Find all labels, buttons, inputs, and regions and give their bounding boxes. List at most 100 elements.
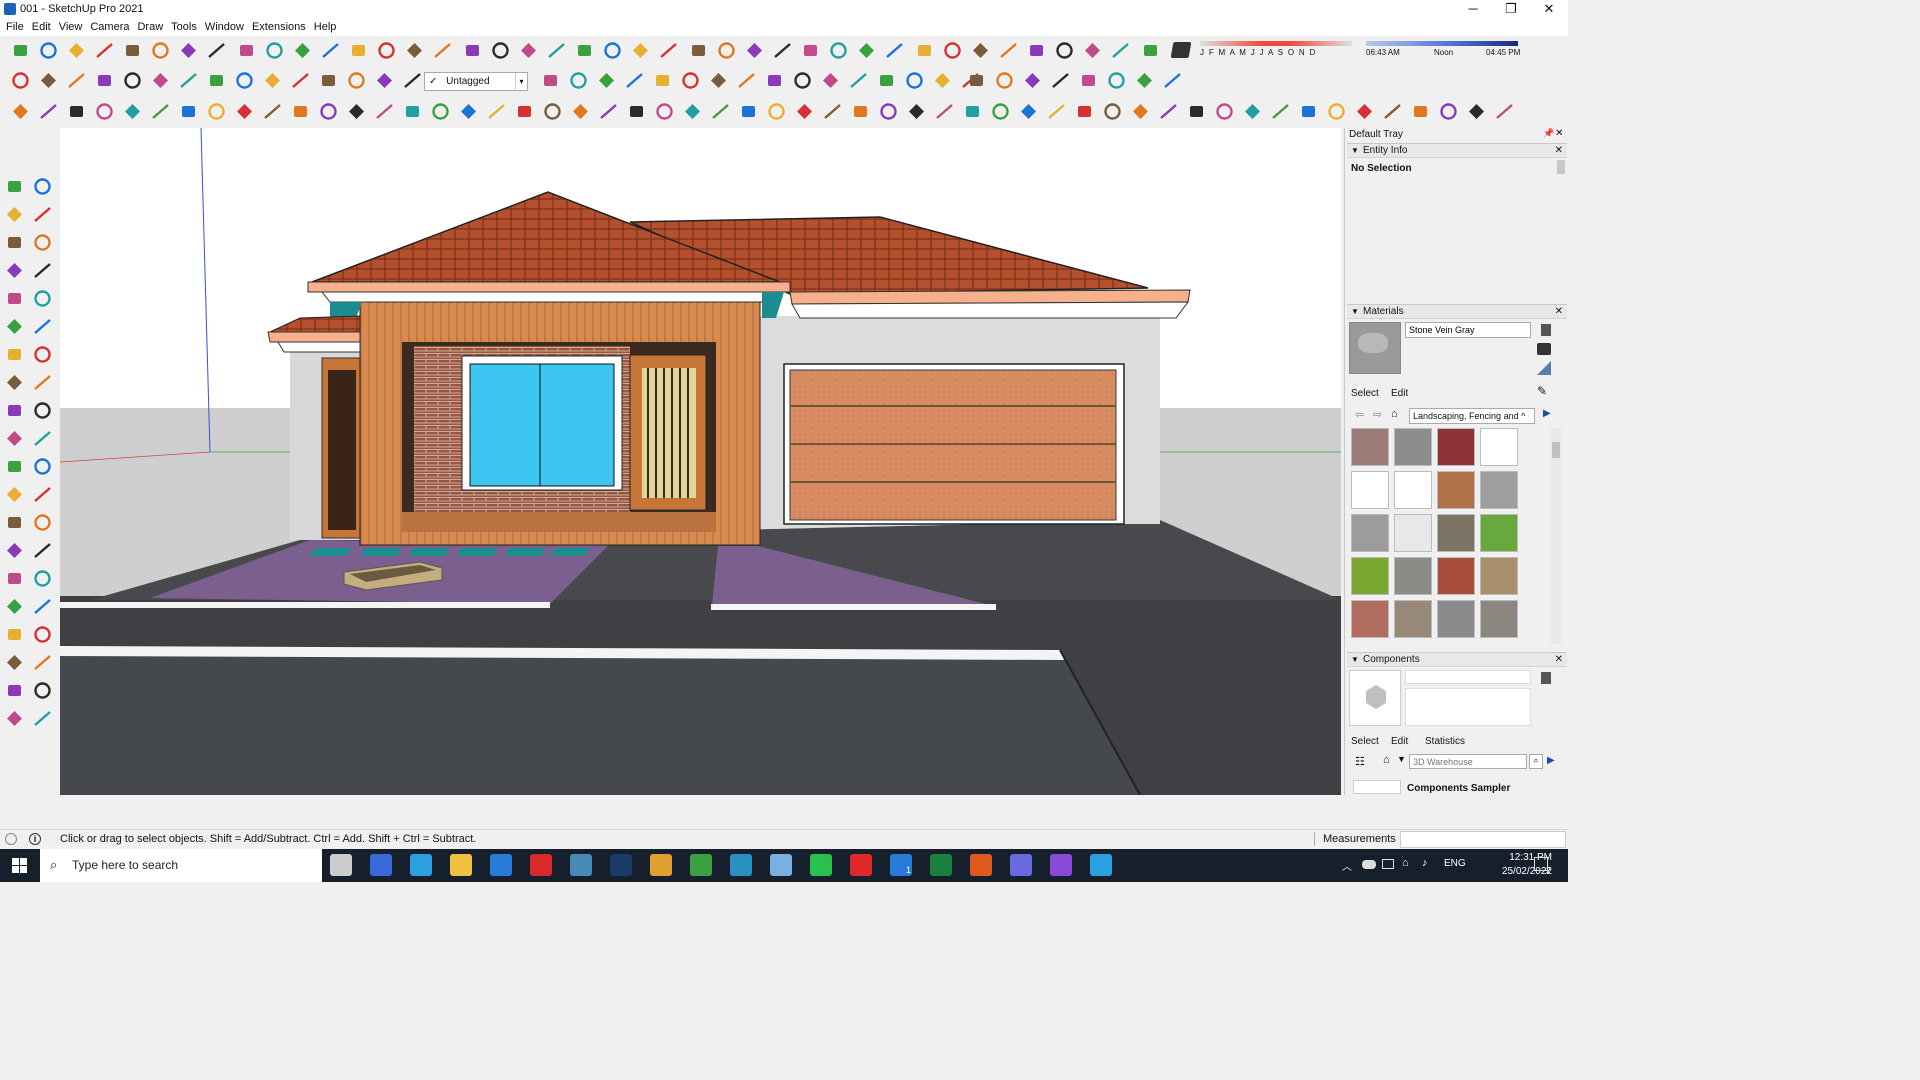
warehouse-icon-r3-33[interactable] xyxy=(934,101,955,122)
material-swatch[interactable] xyxy=(1351,600,1389,638)
forward-icon[interactable]: ⇨ xyxy=(1373,408,1382,421)
warehouse-icon-r1-28[interactable] xyxy=(800,40,821,61)
menu-help[interactable]: Help xyxy=(310,21,341,33)
component-description-field[interactable] xyxy=(1405,688,1531,726)
layer-icon-r1-33[interactable] xyxy=(942,40,963,61)
extension-icon-r1-9[interactable] xyxy=(264,40,285,61)
calculator-icon[interactable] xyxy=(370,854,392,876)
warehouse-icon-r3-53[interactable] xyxy=(1494,101,1515,122)
paint-icon[interactable] xyxy=(4,204,25,225)
scrollbar[interactable] xyxy=(1557,160,1565,174)
material-swatch[interactable] xyxy=(1437,471,1475,509)
telegram-icon[interactable] xyxy=(1090,854,1112,876)
material-swatch[interactable] xyxy=(1480,514,1518,552)
sampler-thumb[interactable] xyxy=(1353,780,1401,794)
material-swatch[interactable] xyxy=(1394,514,1432,552)
solid-icon-r3-51[interactable] xyxy=(1438,101,1459,122)
style-icon-r3-7[interactable] xyxy=(206,101,227,122)
freehand-icon[interactable] xyxy=(32,232,53,253)
battery-icon[interactable] xyxy=(1382,859,1394,869)
section-icon-r2-31[interactable] xyxy=(966,70,987,91)
tool-icon-r1-0[interactable] xyxy=(10,40,31,61)
extension-icon-r3-44[interactable] xyxy=(1242,101,1263,122)
solid-icon-r2-33[interactable] xyxy=(1022,70,1043,91)
zoom-window-icon[interactable] xyxy=(32,568,53,589)
menu-draw[interactable]: Draw xyxy=(133,21,167,33)
tool-icon-r2-17[interactable] xyxy=(596,70,617,91)
material-swatch[interactable] xyxy=(1437,428,1475,466)
component-name-field[interactable] xyxy=(1405,670,1531,684)
home-icon[interactable]: ⌂ xyxy=(1383,754,1390,766)
style-icon-r2-19[interactable] xyxy=(652,70,673,91)
view-icon-r1-1[interactable] xyxy=(38,40,59,61)
material-swatch[interactable] xyxy=(1437,557,1475,595)
extension-icon-r3-24[interactable] xyxy=(682,101,703,122)
excel-icon[interactable] xyxy=(930,854,952,876)
solid-icon-r3-1[interactable] xyxy=(38,101,59,122)
follow-me-icon[interactable] xyxy=(32,400,53,421)
style-builder-icon[interactable] xyxy=(770,854,792,876)
camera-icon-r1-27[interactable] xyxy=(772,40,793,61)
sandbox-icon-r3-10[interactable] xyxy=(290,101,311,122)
details-arrow-icon[interactable]: ▶ xyxy=(1543,408,1551,419)
stamp-icon[interactable] xyxy=(4,708,25,729)
style-icon-r2-9[interactable] xyxy=(262,70,283,91)
extension-icon-r3-34[interactable] xyxy=(962,101,983,122)
camera-icon-r2-4[interactable] xyxy=(122,70,143,91)
tool-icon-r1-30[interactable] xyxy=(856,40,877,61)
solid-icon-r1-36[interactable] xyxy=(1026,40,1047,61)
tag-dropdown[interactable]: ✓ Untagged ▾ xyxy=(424,72,528,91)
sketchup-taskbar-icon[interactable] xyxy=(490,854,512,876)
windows-start-icon[interactable] xyxy=(12,858,27,873)
discord-icon[interactable] xyxy=(1010,854,1032,876)
circle-icon[interactable] xyxy=(4,288,25,309)
menu-window[interactable]: Window xyxy=(201,21,248,33)
view-icon-r1-31[interactable] xyxy=(884,40,905,61)
photoshop-icon[interactable] xyxy=(610,854,632,876)
sandbox-icon[interactable] xyxy=(4,680,25,701)
style-icon-r3-17[interactable] xyxy=(486,101,507,122)
sample-paint-icon[interactable] xyxy=(1537,343,1551,355)
close-button[interactable]: ✕ xyxy=(1530,0,1568,18)
podcast-icon[interactable] xyxy=(1050,854,1072,876)
warehouse-icon-r1-8[interactable] xyxy=(236,40,257,61)
material-swatch[interactable] xyxy=(1394,428,1432,466)
camera-icon-r1-37[interactable] xyxy=(1054,40,1075,61)
home-icon[interactable]: ⌂ xyxy=(1391,408,1398,420)
material-swatch[interactable] xyxy=(1437,514,1475,552)
section-icon-r2-1[interactable] xyxy=(38,70,59,91)
tray-close-icon[interactable]: ✕ xyxy=(1555,128,1563,139)
menu-camera[interactable]: Camera xyxy=(86,21,133,33)
extension-icon-r1-39[interactable] xyxy=(1110,40,1131,61)
menu-file[interactable]: File xyxy=(2,21,28,33)
material-swatch[interactable] xyxy=(1480,557,1518,595)
details-arrow-icon[interactable]: ▶ xyxy=(1547,755,1555,766)
sandbox-icon-r1-15[interactable] xyxy=(432,40,453,61)
components-header[interactable]: Components ✕ xyxy=(1347,652,1567,667)
extension-icon-r2-36[interactable] xyxy=(1106,70,1127,91)
material-swatch[interactable] xyxy=(1480,428,1518,466)
section-icon-r3-9[interactable] xyxy=(262,101,283,122)
rotated-rect-icon[interactable] xyxy=(32,260,53,281)
solid-icon-r3-31[interactable] xyxy=(878,101,899,122)
tool-icon-r3-5[interactable] xyxy=(150,101,171,122)
network-icon[interactable]: ⌂ xyxy=(1402,857,1409,869)
camera-icon-r3-2[interactable] xyxy=(66,101,87,122)
style-icon-r3-47[interactable] xyxy=(1326,101,1347,122)
menu-edit[interactable]: Edit xyxy=(28,21,55,33)
warehouse-icon-r3-43[interactable] xyxy=(1214,101,1235,122)
rectangle-icon[interactable] xyxy=(4,260,25,281)
section-icon-r3-19[interactable] xyxy=(542,101,563,122)
layer-icon-r3-28[interactable] xyxy=(794,101,815,122)
style-icon-r2-29[interactable] xyxy=(932,70,953,91)
camera-icon-r3-32[interactable] xyxy=(906,101,927,122)
drape-icon[interactable] xyxy=(32,708,53,729)
language-indicator[interactable]: ENG xyxy=(1444,858,1466,869)
layer-icon-r3-48[interactable] xyxy=(1354,101,1375,122)
position-camera-icon[interactable] xyxy=(4,652,25,673)
style-icon-r1-12[interactable] xyxy=(348,40,369,61)
close-icon[interactable]: ✕ xyxy=(1555,653,1563,666)
viewport-3d[interactable] xyxy=(60,128,1341,795)
warehouse-icon-r2-15[interactable] xyxy=(540,70,561,91)
warehouse-icon-r2-5[interactable] xyxy=(150,70,171,91)
